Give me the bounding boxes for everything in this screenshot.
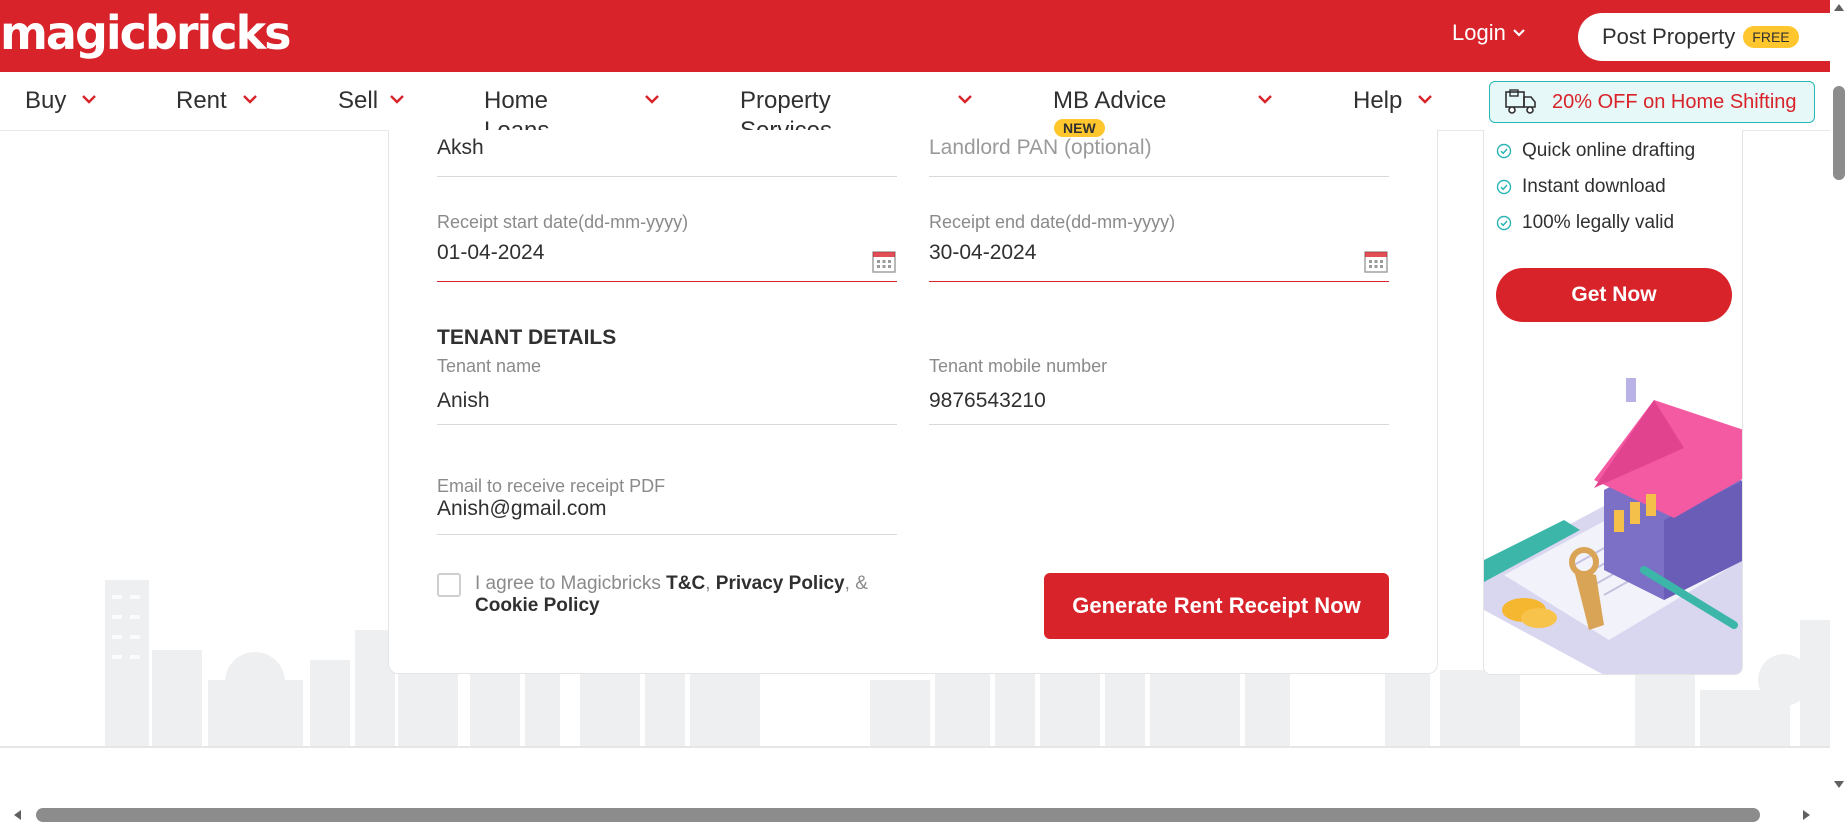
chevron-down-icon[interactable]	[242, 94, 258, 104]
field-underline	[437, 534, 897, 535]
nav-item-mb-advice[interactable]: MB Advice	[1053, 86, 1166, 116]
start-date-value: 01-04-2024	[437, 241, 545, 264]
chevron-down-icon[interactable]	[1257, 94, 1273, 104]
generate-rent-receipt-button[interactable]: Generate Rent Receipt Now	[1044, 573, 1389, 639]
field-underline	[929, 176, 1389, 177]
new-badge: NEW	[1054, 119, 1105, 137]
field-underline	[437, 424, 897, 425]
chevron-down-icon[interactable]	[81, 94, 97, 104]
magicbricks-logo[interactable]: magicbricks	[0, 6, 292, 60]
check-circle-icon	[1496, 215, 1512, 231]
get-now-button[interactable]: Get Now	[1496, 268, 1732, 322]
chevron-down-icon[interactable]	[644, 94, 660, 104]
agree-comma: ,	[705, 573, 711, 594]
feature-item: Instant download	[1496, 176, 1666, 198]
promo-panel: Quick online drafting Instant download 1…	[1483, 130, 1743, 675]
calendar-icon[interactable]	[871, 248, 897, 274]
tenant-mobile-label: Tenant mobile number	[929, 356, 1108, 376]
landlord-pan-placeholder: Landlord PAN (optional)	[929, 136, 1152, 159]
agree-checkbox[interactable]	[437, 573, 461, 597]
agree-text: I agree to Magicbricks T&C, Privacy Poli…	[475, 573, 875, 617]
feature-label: 100% legally valid	[1522, 212, 1675, 233]
email-label: Email to receive receipt PDF	[437, 476, 666, 496]
vertical-scrollbar-thumb[interactable]	[1833, 86, 1845, 180]
field-underline	[929, 281, 1389, 282]
footer-divider	[0, 746, 1830, 748]
receipt-end-date-field[interactable]: Receipt end date(dd-mm-yyyy) 30-04-2024	[929, 212, 1389, 282]
field-underline	[929, 424, 1389, 425]
tenant-name-value: Anish	[437, 389, 490, 412]
receipt-start-date-field[interactable]: Receipt start date(dd-mm-yyyy) 01-04-202…	[437, 212, 897, 282]
scroll-right-arrow-icon[interactable]	[1802, 809, 1812, 821]
nav-item-sell[interactable]: Sell	[338, 86, 378, 116]
nav-item-help[interactable]: Help	[1353, 86, 1402, 116]
truck-icon	[1505, 89, 1536, 114]
check-circle-icon	[1496, 143, 1512, 159]
post-property-label: Post Property	[1602, 24, 1736, 49]
nav-item-rent[interactable]: Rent	[176, 86, 227, 116]
tenant-mobile-field[interactable]: Tenant mobile number 9876543210	[929, 356, 1389, 426]
landlord-pan-field[interactable]: Landlord PAN (optional)	[929, 136, 1389, 177]
free-badge: FREE	[1743, 26, 1799, 48]
chevron-down-icon[interactable]	[957, 94, 973, 104]
top-header: magicbricks Login Post Property FREE	[0, 0, 1848, 72]
tenant-name-field[interactable]: Tenant name Anish	[437, 356, 897, 426]
tc-link[interactable]: T&C	[666, 573, 705, 594]
tenant-mobile-value: 9876543210	[929, 389, 1046, 412]
email-field[interactable]: Email to receive receipt PDF Anish@gmail…	[437, 476, 897, 536]
nav-item-buy[interactable]: Buy	[25, 86, 66, 116]
agree-prefix: I agree to Magicbricks	[475, 573, 661, 594]
chevron-down-icon[interactable]	[389, 94, 405, 104]
house-with-keys-illustration	[1484, 378, 1742, 674]
scroll-down-arrow-icon[interactable]	[1833, 780, 1845, 790]
end-date-value: 30-04-2024	[929, 241, 1037, 264]
chevron-down-icon[interactable]	[1417, 94, 1433, 104]
feature-item: Quick online drafting	[1496, 140, 1695, 162]
home-shifting-offer[interactable]: 20% OFF on Home Shifting	[1489, 81, 1815, 123]
end-date-label: Receipt end date(dd-mm-yyyy)	[929, 212, 1176, 232]
check-circle-icon	[1496, 179, 1512, 195]
tenant-details-title: TENANT DETAILS	[437, 326, 617, 349]
field-underline	[437, 281, 897, 282]
login-menu[interactable]: Login	[1452, 20, 1526, 46]
home-shifting-label: 20% OFF on Home Shifting	[1552, 90, 1797, 113]
landlord-name-value: Aksh	[437, 136, 484, 159]
landlord-name-field[interactable]: Aksh	[437, 136, 897, 177]
horizontal-scrollbar-thumb[interactable]	[36, 808, 1760, 822]
agree-and: , &	[844, 573, 868, 594]
scroll-up-arrow-icon[interactable]	[1833, 2, 1845, 12]
email-value: Anish@gmail.com	[437, 497, 607, 520]
privacy-policy-link[interactable]: Privacy Policy	[716, 573, 845, 594]
post-property-button[interactable]: Post Property FREE	[1578, 13, 1848, 61]
scroll-left-arrow-icon[interactable]	[12, 809, 22, 821]
tenant-name-label: Tenant name	[437, 356, 542, 376]
field-underline	[437, 176, 897, 177]
calendar-icon[interactable]	[1363, 248, 1389, 274]
login-label: Login	[1452, 20, 1506, 45]
start-date-label: Receipt start date(dd-mm-yyyy)	[437, 212, 689, 232]
rent-receipt-form: Aksh Landlord PAN (optional) Receipt sta…	[388, 130, 1438, 674]
feature-label: Quick online drafting	[1522, 140, 1696, 161]
chevron-down-icon	[1513, 29, 1525, 37]
feature-item: 100% legally valid	[1496, 212, 1674, 234]
cookie-policy-link[interactable]: Cookie Policy	[475, 595, 600, 616]
feature-label: Instant download	[1522, 176, 1666, 197]
